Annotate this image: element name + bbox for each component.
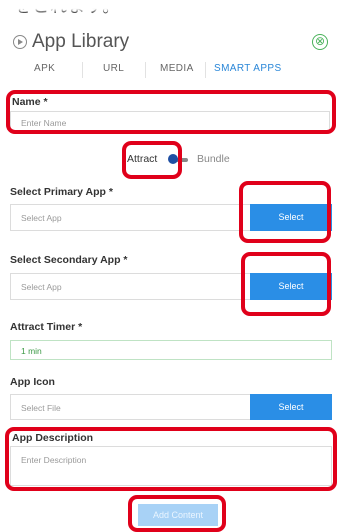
app-icon-select-button[interactable]: Select — [250, 394, 332, 420]
toggle-attract-label: Attract — [127, 153, 158, 165]
app-icon-label: App Icon — [10, 376, 55, 388]
app-description-textarea[interactable]: Enter Description — [10, 446, 332, 486]
modal-header: App Library ⊗ — [12, 31, 342, 57]
attract-timer-label: Attract Timer * — [10, 321, 83, 333]
secondary-app-label: Select Secondary App * — [10, 254, 128, 266]
tab-divider — [82, 62, 83, 78]
primary-app-label: Select Primary App * — [10, 186, 113, 198]
toggle-bundle-label: Bundle — [197, 153, 230, 165]
tab-apk[interactable]: APK — [34, 63, 55, 74]
attract-timer-input[interactable]: 1 min — [10, 340, 332, 360]
caption-fragment: をとれます。 — [0, 0, 351, 26]
tab-url[interactable]: URL — [103, 63, 124, 74]
attract-timer-value: 1 min — [21, 346, 42, 356]
add-content-button[interactable]: Add Content — [138, 504, 218, 526]
primary-app-placeholder: Select App — [21, 213, 62, 223]
play-icon — [13, 35, 27, 49]
caption-crop-mask — [0, 0, 351, 14]
app-description-placeholder: Enter Description — [21, 455, 87, 465]
name-input[interactable]: Enter Name — [10, 111, 330, 133]
secondary-app-select-button[interactable]: Select — [250, 273, 332, 300]
tab-divider — [205, 62, 206, 78]
app-description-label: App Description — [12, 432, 94, 444]
name-label: Name * — [12, 96, 48, 108]
mode-toggle[interactable]: Attract Bundle — [127, 150, 257, 170]
tab-smart-apps[interactable]: SMART APPS — [214, 63, 282, 74]
close-icon[interactable]: ⊗ — [312, 34, 328, 50]
toggle-knob[interactable] — [168, 154, 178, 164]
app-icon-placeholder: Select File — [21, 403, 61, 413]
tab-divider — [145, 62, 146, 78]
modal-title: App Library — [32, 31, 130, 52]
name-placeholder: Enter Name — [21, 118, 67, 128]
secondary-app-placeholder: Select App — [21, 282, 62, 292]
primary-app-select-button[interactable]: Select — [250, 204, 332, 231]
tab-media[interactable]: MEDIA — [160, 63, 194, 74]
